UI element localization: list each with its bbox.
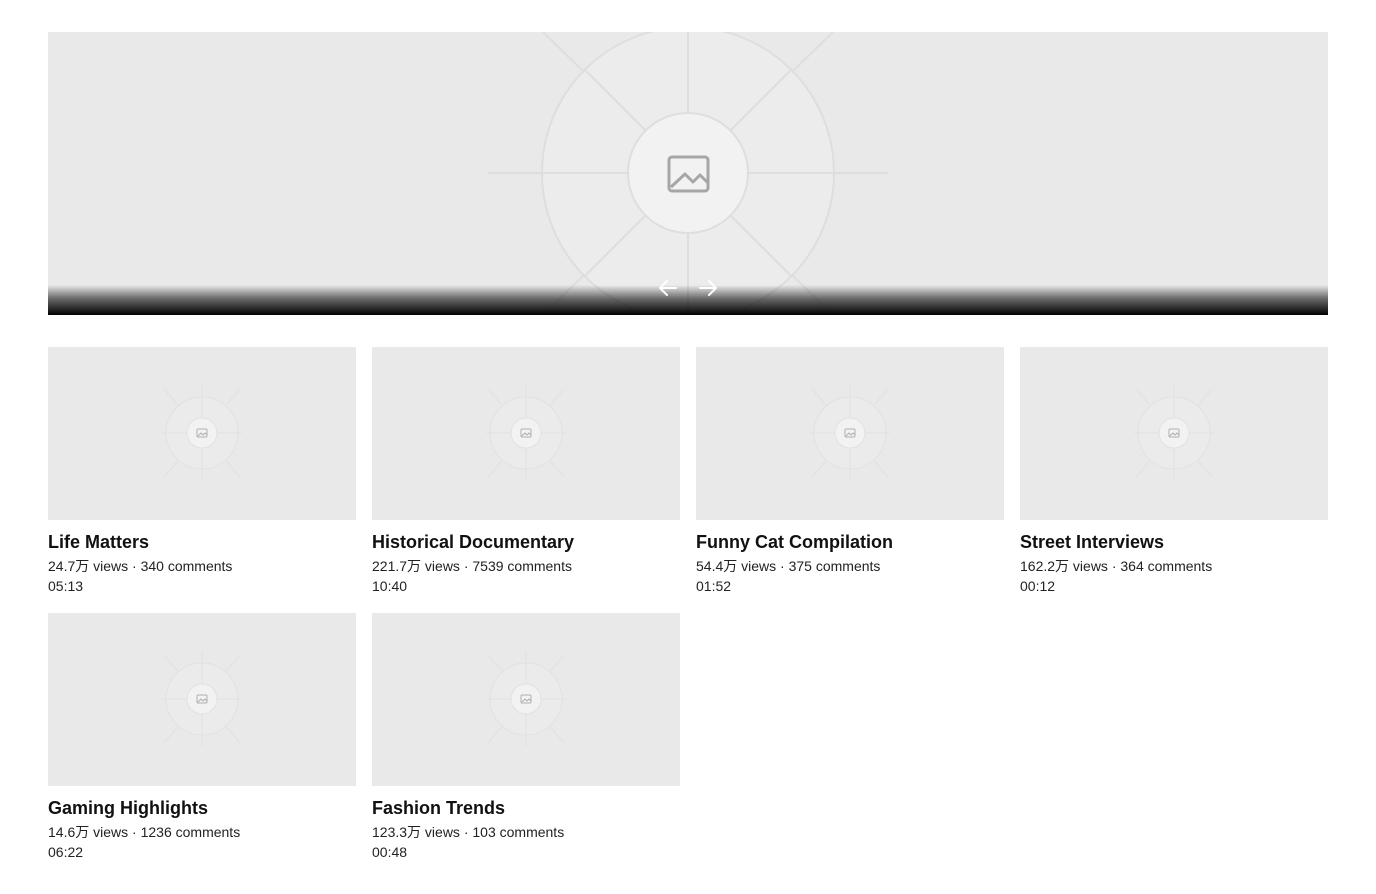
thumbnail-placeholder-graphic: [1134, 385, 1214, 481]
video-title[interactable]: Life Matters: [48, 532, 356, 552]
video-card[interactable]: Funny Cat Compilation 54.4万 views · 375 …: [696, 347, 1004, 597]
thumbnail-placeholder-graphic: [486, 651, 566, 747]
thumbnail-placeholder-graphic: [162, 651, 242, 747]
video-thumbnail[interactable]: [1020, 347, 1328, 520]
video-title[interactable]: Historical Documentary: [372, 532, 680, 552]
arrow-right-icon: [699, 280, 717, 296]
video-stats: 54.4万 views · 375 comments: [696, 558, 881, 574]
video-thumbnail[interactable]: [372, 613, 680, 786]
video-duration: 06:22: [48, 844, 84, 860]
video-thumbnail[interactable]: [696, 347, 1004, 520]
thumbnail-placeholder-graphic: [810, 385, 890, 481]
video-card[interactable]: Life Matters 24.7万 views · 340 comments …: [48, 347, 356, 597]
video-stats: 24.7万 views · 340 comments: [48, 558, 233, 574]
video-thumbnail[interactable]: [48, 347, 356, 520]
video-thumbnail[interactable]: [372, 347, 680, 520]
video-stats: 162.2万 views · 364 comments: [1020, 558, 1213, 574]
thumbnail-placeholder-graphic: [162, 385, 242, 481]
video-stats: 221.7万 views · 7539 comments: [372, 558, 572, 574]
video-card[interactable]: Street Interviews 162.2万 views · 364 com…: [1020, 347, 1328, 597]
video-title[interactable]: Street Interviews: [1020, 532, 1328, 552]
video-grid: Life Matters 24.7万 views · 340 comments …: [48, 347, 1328, 863]
arrow-left-icon: [659, 280, 677, 296]
carousel-next-button[interactable]: [696, 276, 720, 300]
page: Life Matters 24.7万 views · 340 comments …: [0, 0, 1376, 894]
video-duration: 05:13: [48, 578, 84, 594]
hero-bottom-gradient: [48, 285, 1328, 315]
video-duration: 10:40: [372, 578, 408, 594]
video-card[interactable]: Historical Documentary 221.7万 views · 75…: [372, 347, 680, 597]
video-title[interactable]: Fashion Trends: [372, 798, 680, 818]
video-duration: 01:52: [696, 578, 732, 594]
video-thumbnail[interactable]: [48, 613, 356, 786]
carousel-prev-button[interactable]: [656, 276, 680, 300]
video-card[interactable]: Gaming Highlights 14.6万 views · 1236 com…: [48, 613, 356, 863]
video-title[interactable]: Funny Cat Compilation: [696, 532, 1004, 552]
video-title[interactable]: Gaming Highlights: [48, 798, 356, 818]
video-stats: 14.6万 views · 1236 comments: [48, 824, 241, 840]
hero-banner[interactable]: [48, 32, 1328, 315]
video-duration: 00:12: [1020, 578, 1056, 594]
video-card[interactable]: Fashion Trends 123.3万 views · 103 commen…: [372, 613, 680, 863]
hero-image-placeholder: [488, 32, 888, 315]
video-duration: 00:48: [372, 844, 408, 860]
thumbnail-placeholder-graphic: [486, 385, 566, 481]
video-stats: 123.3万 views · 103 comments: [372, 824, 565, 840]
